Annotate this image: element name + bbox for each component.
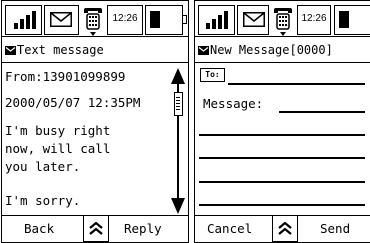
up-down-arrows-icon[interactable] (83, 215, 109, 242)
softkey-bar: Back Reply (2, 215, 188, 242)
clock: 12:26 (297, 5, 331, 35)
back-button[interactable]: Back (24, 216, 54, 242)
cancel-button[interactable]: Cancel (207, 216, 252, 242)
screen-title: New Message[0000] (195, 38, 370, 63)
scrollbar[interactable] (170, 67, 186, 215)
battery-icon (145, 5, 187, 35)
scroll-thumb[interactable] (174, 92, 183, 116)
phone-icon (81, 5, 105, 36)
up-down-arrows-icon[interactable] (272, 215, 298, 242)
scroll-down-arrow-icon[interactable] (170, 197, 186, 215)
reply-button[interactable]: Reply (124, 216, 162, 242)
envelope-icon (237, 5, 269, 35)
recipient-field[interactable] (228, 83, 365, 85)
phone-icon (271, 5, 295, 36)
message-field-line[interactable] (199, 181, 365, 183)
softkey-bar: Cancel Send (195, 215, 370, 242)
send-button[interactable]: Send (320, 216, 350, 242)
message-line: you later. (5, 159, 81, 174)
signal-strength-icon (5, 5, 42, 35)
clock: 12:26 (107, 5, 143, 35)
message-field-line[interactable] (199, 204, 365, 206)
message-field[interactable] (279, 111, 365, 113)
compose-message-screen: 12:26 New Message[0000] To: Message: Can… (194, 0, 370, 243)
screen-title: Text message (2, 38, 188, 63)
message-line: I'm busy right (5, 123, 111, 138)
date-line: 2000/05/07 12:35PM (5, 95, 141, 110)
read-message-screen: 12:26 Text message From:13901099899 2000… (1, 0, 189, 243)
envelope-icon (44, 5, 79, 35)
screen-title-text: New Message[0000] (210, 43, 333, 57)
recipient-label: To: (200, 68, 225, 82)
signal-strength-icon (198, 5, 235, 35)
battery-icon (334, 5, 370, 35)
message-field-line[interactable] (199, 157, 365, 159)
status-bar: 12:26 (195, 1, 370, 37)
message-label: Message: (203, 96, 264, 111)
message-field-line[interactable] (199, 134, 365, 136)
status-bar: 12:26 (2, 1, 188, 37)
message-closing: I'm sorry. (5, 193, 81, 208)
sender-line: From:13901099899 (5, 69, 126, 84)
message-line: now, will call (5, 141, 111, 156)
screen-title-text: Text message (17, 43, 104, 57)
